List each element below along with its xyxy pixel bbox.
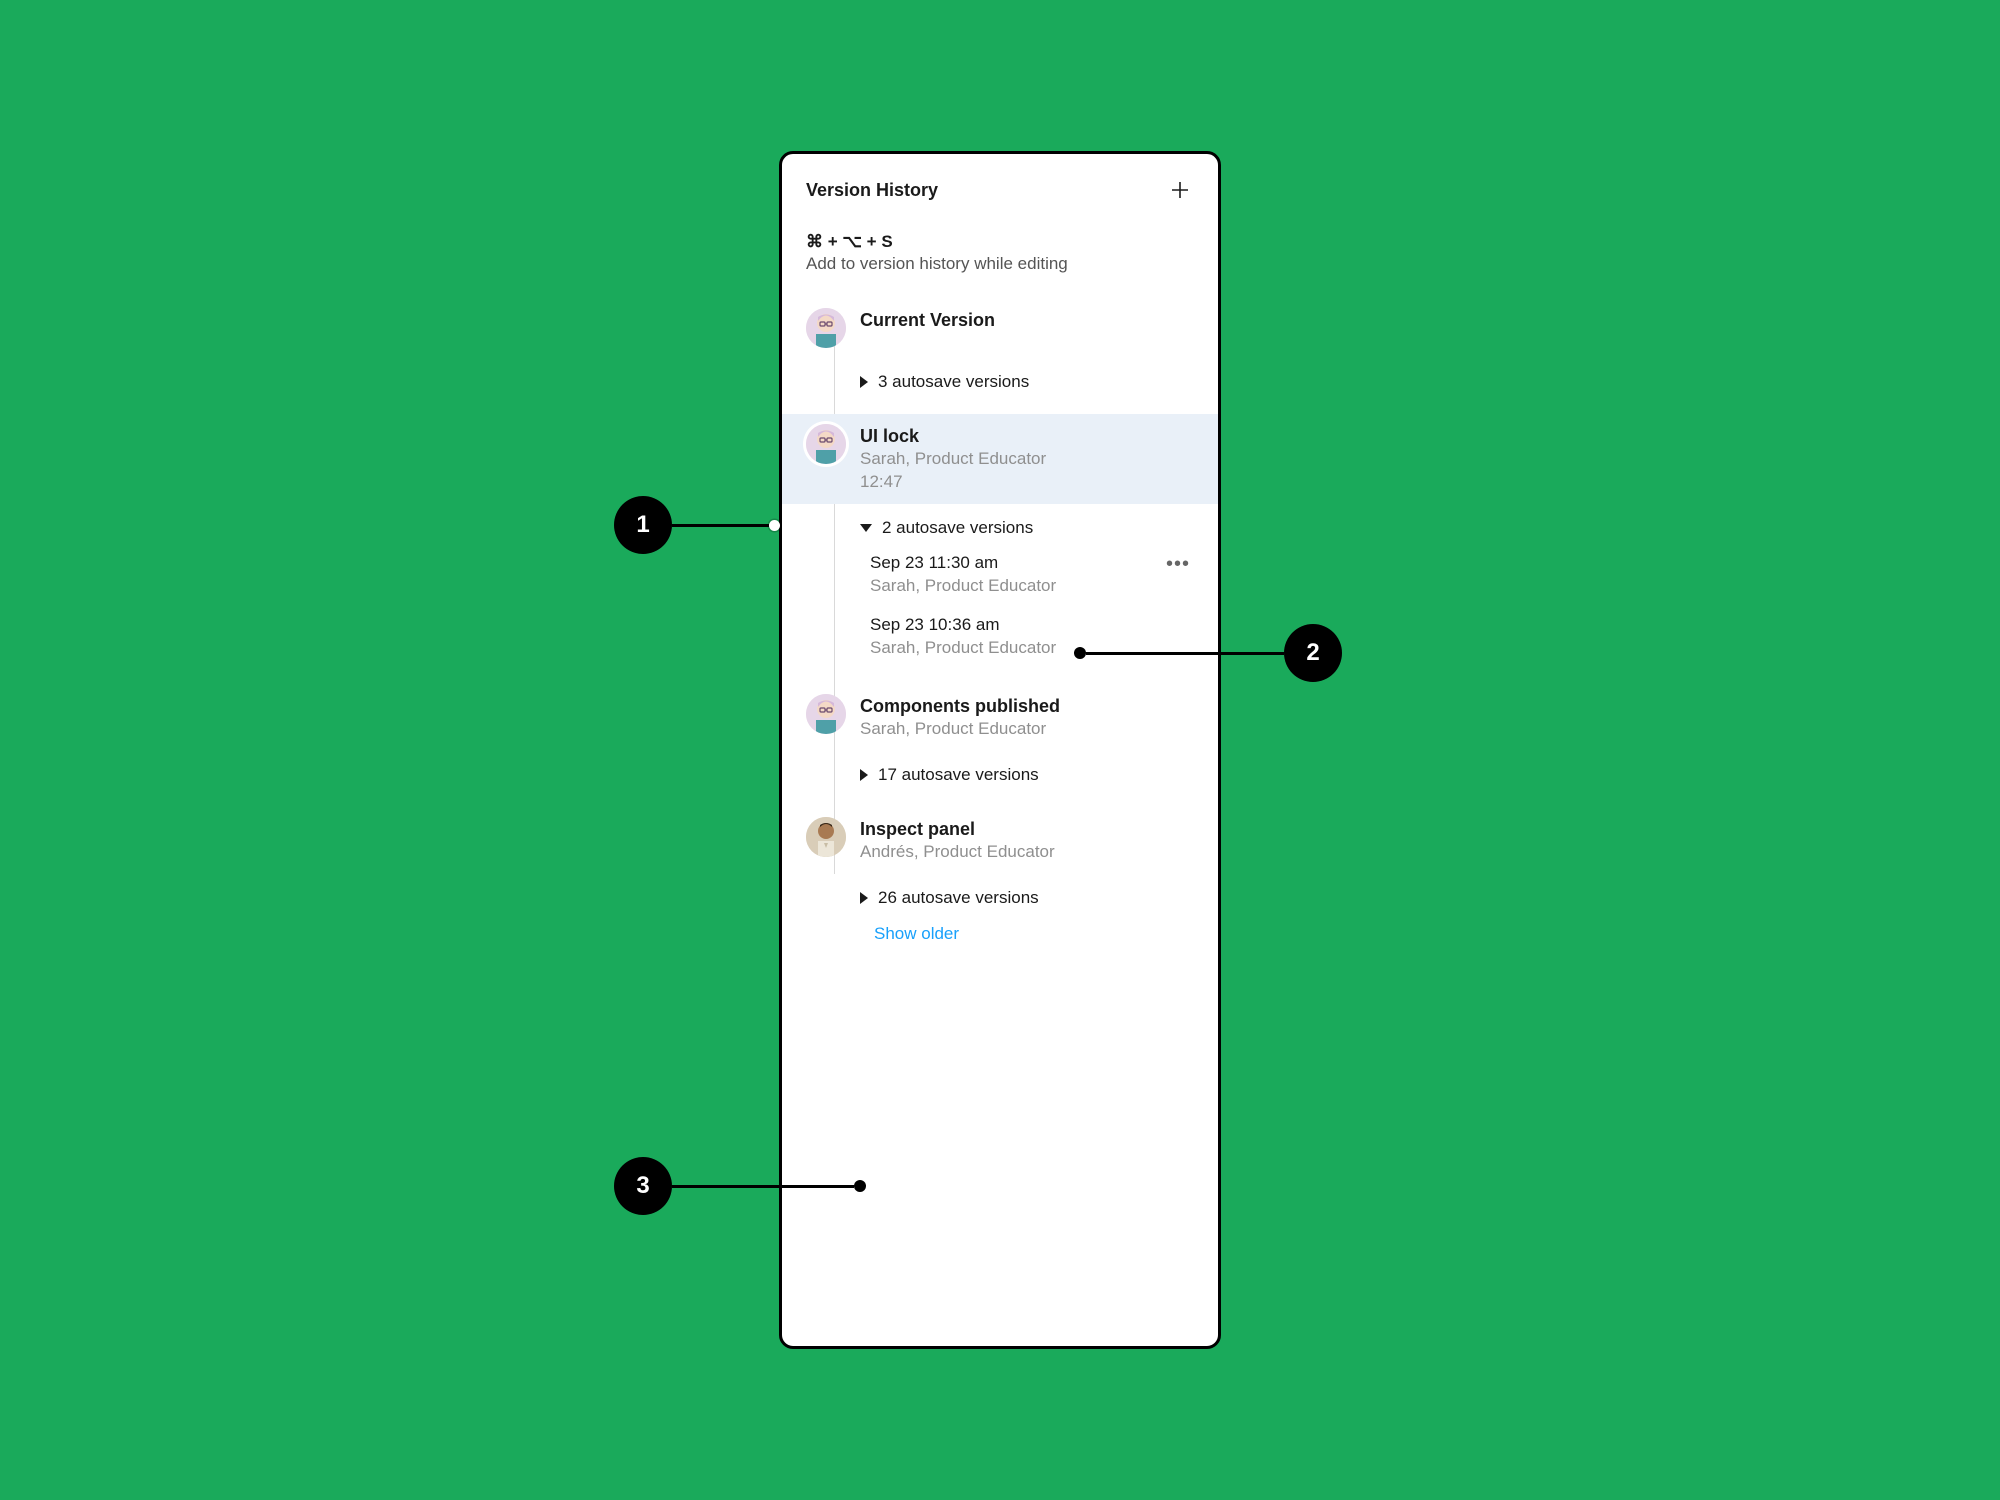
avatar xyxy=(806,424,846,464)
more-options-button[interactable]: ••• xyxy=(1156,552,1194,576)
autosave-label: 26 autosave versions xyxy=(878,888,1039,908)
autosave-entry[interactable]: Sep 23 11:30 am Sarah, Product Educator … xyxy=(782,544,1218,606)
avatar xyxy=(806,308,846,348)
autosave-toggle-ui-lock[interactable]: 2 autosave versions xyxy=(782,504,1218,544)
version-history-panel: Version History ⌘ + ⌥ + S Add to version… xyxy=(779,151,1221,1349)
show-older-link[interactable]: Show older xyxy=(874,924,959,943)
shortcut-block: ⌘ + ⌥ + S Add to version history while e… xyxy=(782,214,1218,288)
callout-3: 3 xyxy=(614,1157,866,1215)
callout-badge: 2 xyxy=(1284,624,1342,682)
autosave-label: 3 autosave versions xyxy=(878,372,1029,392)
callout-badge: 1 xyxy=(614,496,672,554)
version-author: Sarah, Product Educator xyxy=(860,718,1194,741)
plus-icon xyxy=(1170,180,1190,200)
version-title: Inspect panel xyxy=(860,817,1194,841)
shortcut-keys: ⌘ + ⌥ + S xyxy=(806,232,1194,252)
version-time: 12:47 xyxy=(860,471,1194,494)
add-version-button[interactable] xyxy=(1166,176,1194,204)
shortcut-hint: Add to version history while editing xyxy=(806,254,1194,274)
autosave-label: 2 autosave versions xyxy=(882,518,1033,538)
panel-title: Version History xyxy=(806,180,938,201)
version-author: Andrés, Product Educator xyxy=(860,841,1194,864)
callout-2: 2 xyxy=(1074,624,1342,682)
callout-dot xyxy=(854,1180,866,1192)
autosave-toggle-components[interactable]: 17 autosave versions xyxy=(782,751,1218,791)
chevron-right-icon xyxy=(860,769,868,781)
panel-header: Version History xyxy=(782,154,1218,214)
callout-1: 1 xyxy=(614,496,780,554)
version-entry-inspect[interactable]: Inspect panel Andrés, Product Educator xyxy=(782,807,1218,874)
version-title: Current Version xyxy=(860,308,1194,332)
avatar xyxy=(806,817,846,857)
version-entry-ui-lock[interactable]: UI lock Sarah, Product Educator 12:47 xyxy=(782,414,1218,504)
version-title: UI lock xyxy=(860,424,1194,448)
autosave-author: Sarah, Product Educator xyxy=(870,575,1156,598)
callout-dot xyxy=(1074,647,1086,659)
callout-badge: 3 xyxy=(614,1157,672,1215)
show-older-row: Show older xyxy=(782,914,1218,954)
autosave-label: 17 autosave versions xyxy=(878,765,1039,785)
chevron-down-icon xyxy=(860,524,872,532)
version-entry-components[interactable]: Components published Sarah, Product Educ… xyxy=(782,684,1218,751)
autosave-toggle-current[interactable]: 3 autosave versions xyxy=(782,358,1218,398)
chevron-right-icon xyxy=(860,892,868,904)
timeline: Current Version 3 autosave versions xyxy=(782,288,1218,954)
version-entry-current[interactable]: Current Version xyxy=(782,298,1218,358)
avatar xyxy=(806,694,846,734)
chevron-right-icon xyxy=(860,376,868,388)
version-author: Sarah, Product Educator xyxy=(860,448,1194,471)
autosave-toggle-inspect[interactable]: 26 autosave versions xyxy=(782,874,1218,914)
autosave-timestamp: Sep 23 11:30 am xyxy=(870,552,1156,575)
version-title: Components published xyxy=(860,694,1194,718)
callout-dot xyxy=(769,520,780,531)
